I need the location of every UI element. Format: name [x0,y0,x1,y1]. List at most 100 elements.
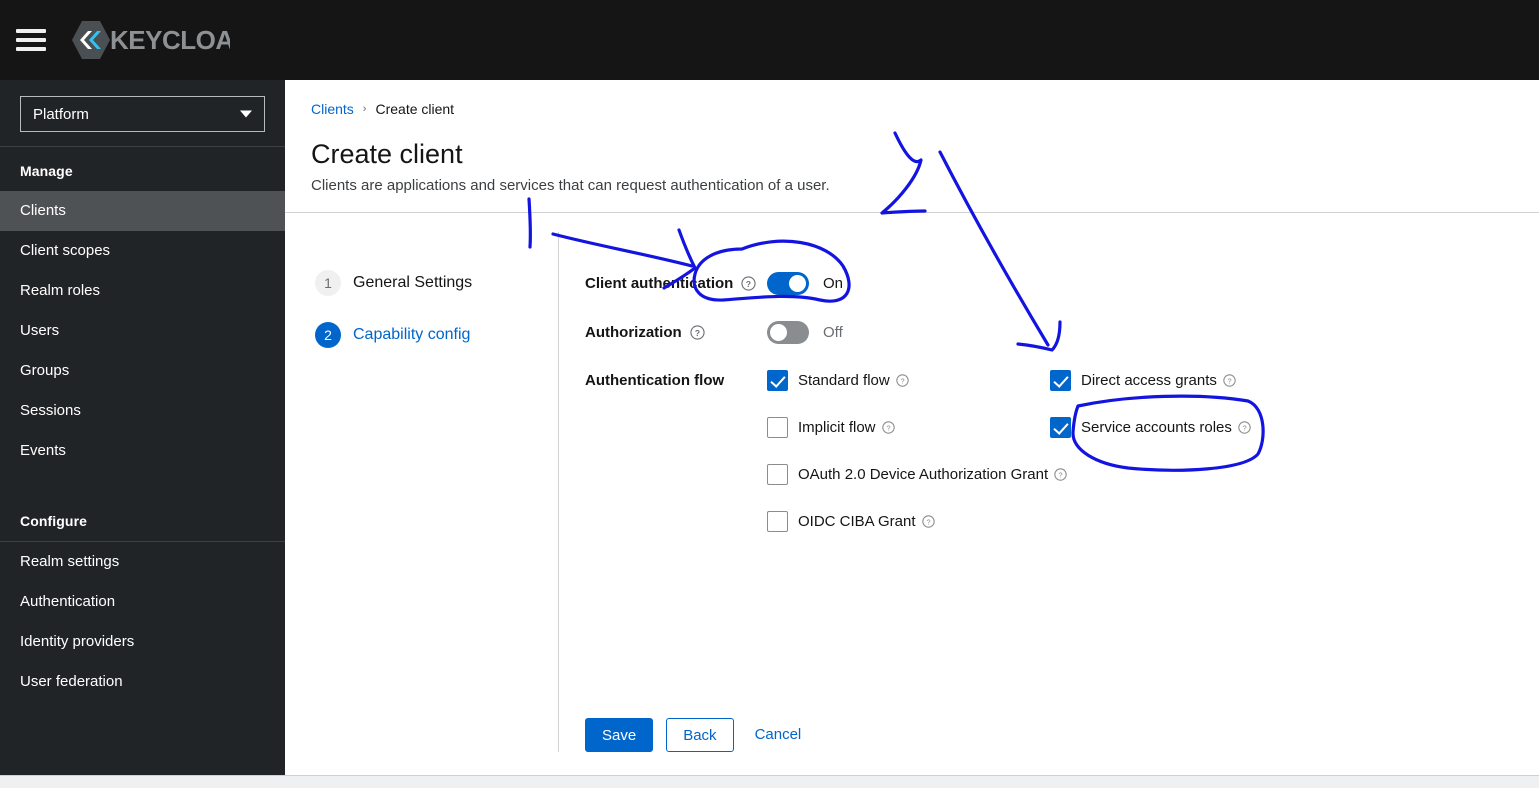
checkbox-row-service-accounts-roles: Service accounts roles ? [1050,417,1521,438]
question-circle-glyph: ? [1238,421,1251,434]
question-circle-glyph: ? [1223,374,1236,387]
realm-selector-container: Platform [0,80,285,146]
toggle-knob [770,324,787,341]
checkbox-label-text-standard-flow: Standard flow [798,372,890,389]
question-circle-icon[interactable]: ? [1238,421,1251,434]
wizard-step-general-settings[interactable]: 1 General Settings [311,264,558,302]
question-circle-icon[interactable]: ? [921,515,935,528]
checkbox-row-oidc-ciba-grant: OIDC CIBA Grant ? [767,511,1050,532]
wizard-step-number-1: 1 [315,270,341,296]
page-description: Clients are applications and services th… [311,177,830,194]
wizard-step-capability-config[interactable]: 2 Capability config [311,316,558,354]
sidebar-item-user-federation[interactable]: User federation [0,662,285,702]
field-label-text-authorization: Authorization [585,324,682,341]
question-circle-icon[interactable]: ? [881,421,895,434]
field-client-authentication: Client authentication ? On [585,272,1521,295]
field-authentication-flow: Authentication flow Standard flow ? Dire… [585,370,1521,558]
chevron-down-icon [240,110,252,118]
svg-text:KEYCLOAK: KEYCLOAK [110,25,230,55]
checkbox-row-direct-access-grants: Direct access grants ? [1050,370,1521,391]
toggle-client-authentication[interactable] [767,272,809,295]
svg-text:?: ? [926,517,930,526]
sidebar-item-authentication[interactable]: Authentication [0,582,285,622]
desktop-taskbar [0,775,1539,788]
nav-group-title-manage: Manage [20,163,73,179]
wizard-footer: Save Back Cancel [585,718,809,752]
page-title: Create client [311,139,463,169]
realm-selector-value: Platform [33,105,89,123]
checkbox-label-text-direct-access-grants: Direct access grants [1081,372,1217,389]
back-button[interactable]: Back [666,718,734,752]
question-circle-glyph: ? [881,421,895,434]
sidebar-item-client-scopes[interactable]: Client scopes [0,231,285,271]
authentication-flow-options: Standard flow ? Direct access grants ? I… [767,370,1521,558]
save-button[interactable]: Save [585,718,654,752]
checkbox-label-text-oauth-device-authorization-grant: OAuth 2.0 Device Authorization Grant [798,466,1049,483]
checkbox-implicit-flow[interactable] [767,417,788,438]
field-label-client-authentication: Client authentication ? [585,275,767,292]
checkbox-label-oidc-ciba-grant: OIDC CIBA Grant ? [798,513,935,530]
field-label-text-authentication-flow: Authentication flow [585,372,725,389]
wizard-step-number-2: 2 [315,322,341,348]
breadcrumb-separator-icon: › [362,103,367,115]
hamburger-icon[interactable] [16,29,46,51]
wizard-step-label-capability-config: Capability config [353,326,471,343]
question-circle-icon[interactable]: ? [741,276,756,291]
toggle-state-client-authentication: On [823,275,844,292]
sidebar-item-groups[interactable]: Groups [0,351,285,391]
realm-selector[interactable]: Platform [20,96,265,132]
question-circle-icon[interactable]: ? [896,374,909,387]
question-circle-icon[interactable]: ? [1054,468,1067,481]
header-divider [285,212,1539,213]
field-authorization: Authorization ? Off [585,321,1521,344]
question-circle-icon[interactable]: ? [690,325,705,340]
checkbox-service-accounts-roles[interactable] [1050,417,1071,438]
sidebar-item-users[interactable]: Users [0,311,285,351]
keycloak-admin-console: KEYCLOAK Platform Manage Clients Client … [0,0,1539,788]
checkbox-label-implicit-flow: Implicit flow ? [798,419,895,436]
checkbox-label-text-implicit-flow: Implicit flow [798,419,876,436]
checkbox-row-implicit-flow: Implicit flow ? [767,417,1050,438]
question-circle-glyph: ? [690,325,705,340]
main-content: Clients › Create client Create client Cl… [285,80,1539,775]
breadcrumb: Clients › Create client [311,100,1513,118]
question-circle-icon[interactable]: ? [1223,374,1236,387]
question-circle-glyph: ? [741,276,756,291]
checkbox-label-oauth-device-authorization-grant: OAuth 2.0 Device Authorization Grant ? [798,466,1067,483]
toggle-authorization[interactable] [767,321,809,344]
sidebar-item-clients[interactable]: Clients [0,191,285,231]
checkbox-row-oauth-device-authorization-grant: OAuth 2.0 Device Authorization Grant ? [767,464,1067,485]
sidebar-item-sessions[interactable]: Sessions [0,391,285,431]
field-label-text-client-authentication: Client authentication [585,275,734,292]
svg-text:?: ? [746,279,751,289]
checkbox-oidc-ciba-grant[interactable] [767,511,788,532]
sidebar-item-realm-roles[interactable]: Realm roles [0,271,285,311]
svg-text:?: ? [1242,423,1246,432]
cancel-button[interactable]: Cancel [747,718,810,752]
checkbox-oauth-device-authorization-grant[interactable] [767,464,788,485]
checkbox-label-text-service-accounts-roles: Service accounts roles [1081,419,1232,436]
sidebar-item-events[interactable]: Events [0,431,285,471]
brand-logo[interactable]: KEYCLOAK [70,20,230,60]
checkbox-standard-flow[interactable] [767,370,788,391]
question-circle-glyph: ? [896,374,909,387]
page-header: Clients › Create client Create client Cl… [285,80,1539,212]
keycloak-hexagon-logo-icon: KEYCLOAK [72,21,230,59]
checkbox-label-service-accounts-roles: Service accounts roles ? [1081,419,1251,436]
svg-text:?: ? [900,376,904,385]
breadcrumb-current: Create client [375,101,455,117]
breadcrumb-link-clients[interactable]: Clients [311,100,354,118]
wizard-form-body: Client authentication ? On Authorization… [558,232,1521,752]
checkbox-direct-access-grants[interactable] [1050,370,1071,391]
nav-group-title-configure: Configure [20,513,88,529]
sidebar-item-identity-providers[interactable]: Identity providers [0,622,285,662]
masthead: KEYCLOAK [0,0,1539,80]
checkbox-label-standard-flow: Standard flow ? [798,372,909,389]
field-label-authorization: Authorization ? [585,324,767,341]
wizard-step-nav: 1 General Settings 2 Capability config [311,232,558,752]
toggle-state-authorization: Off [823,324,843,341]
sidebar-navigation: Platform Manage Clients Client scopes Re… [0,80,285,775]
checkbox-label-text-oidc-ciba-grant: OIDC CIBA Grant [798,513,916,530]
sidebar-item-realm-settings[interactable]: Realm settings [0,542,285,582]
